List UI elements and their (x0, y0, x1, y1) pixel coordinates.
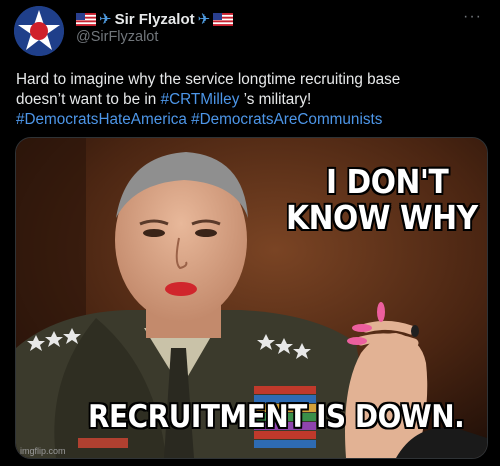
tweet-text-line-3: #DemocratsHateAmerica #DemocratsAreCommu… (16, 110, 488, 130)
hashtag-link[interactable]: #DemocratsHateAmerica (16, 111, 187, 128)
tweet: ✈ Sir Flyzalot ✈ @SirFlyzalot ··· Hard t… (0, 0, 500, 466)
tweet-media-image[interactable]: I DON'T KNOW WHY RECRUITMENT IS DOWN. im… (15, 137, 488, 459)
author-handle[interactable]: @SirFlyzalot (76, 29, 158, 45)
meme-caption-bottom: RECRUITMENT IS DOWN. (88, 399, 465, 435)
tweet-text: Hard to imagine why the service longtime… (16, 70, 488, 130)
tweet-text-line-1: Hard to imagine why the service longtime… (16, 71, 401, 88)
tweet-text-segment: ’s military! (239, 91, 312, 108)
more-options-icon[interactable]: ··· (463, 9, 482, 25)
hashtag-link[interactable]: #DemocratsAreCommunists (191, 111, 382, 128)
author-name-row[interactable]: ✈ Sir Flyzalot ✈ (76, 9, 234, 29)
avatar[interactable] (14, 6, 64, 56)
display-name: Sir Flyzalot (114, 10, 195, 28)
airplane-icon: ✈ (99, 10, 112, 28)
us-flag-icon (76, 12, 96, 26)
airplane-icon: ✈ (197, 10, 211, 28)
tweet-text-segment: doesn’t want to be in (16, 91, 161, 108)
roundel-star-icon (14, 6, 64, 56)
meme-caption-top-line-1: I DON'T (326, 162, 449, 201)
meme-caption-top-line-2: KNOW WHY (286, 198, 478, 237)
tweet-text-line-2: doesn’t want to be in #CRTMilley ’s mili… (16, 90, 488, 110)
hashtag-link[interactable]: #CRTMilley (161, 91, 240, 108)
us-flag-icon (213, 12, 234, 26)
watermark: imgflip.com (20, 446, 66, 456)
